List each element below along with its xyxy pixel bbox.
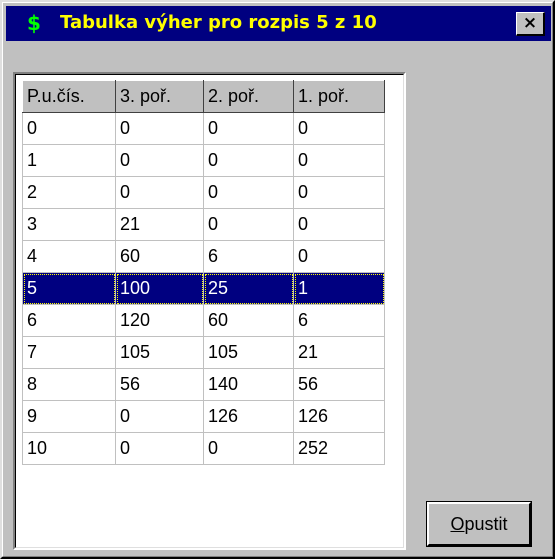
table-cell[interactable]: 0: [203, 112, 294, 145]
dialog-window: $ Tabulka výher pro rozpis 5 z 10 × P.u.…: [0, 0, 555, 559]
exit-button-accelerator: O: [450, 514, 465, 534]
table-cell[interactable]: 3: [22, 208, 116, 241]
table-cell[interactable]: 120: [115, 304, 204, 337]
table-row[interactable]: 1000: [22, 144, 385, 177]
column-header[interactable]: 3. poř.: [115, 80, 204, 113]
table-cell[interactable]: 1: [293, 272, 385, 305]
table-cell[interactable]: 5: [22, 272, 116, 305]
table-cell[interactable]: 0: [293, 240, 385, 273]
table-cell[interactable]: 56: [293, 368, 385, 401]
table-cell[interactable]: 0: [293, 208, 385, 241]
table-cell[interactable]: 6: [22, 304, 116, 337]
close-button[interactable]: ×: [516, 12, 545, 36]
table-cell[interactable]: 60: [115, 240, 204, 273]
payout-table: P.u.čís. 3. poř. 2. poř. 1. poř. 0000100…: [22, 80, 385, 465]
table-row[interactable]: 9 0 126 126: [22, 400, 385, 433]
table-row[interactable]: 3 21 0 0: [22, 208, 385, 241]
table-cell[interactable]: 0: [115, 400, 204, 433]
table-cell[interactable]: 0: [203, 208, 294, 241]
table-cell[interactable]: 6: [293, 304, 385, 337]
table-cell[interactable]: 0: [203, 432, 294, 465]
table-cell[interactable]: 100: [115, 272, 204, 305]
table-cell[interactable]: 252: [293, 432, 385, 465]
table-cell[interactable]: 8: [22, 368, 116, 401]
exit-button-label: pustit: [464, 514, 508, 534]
table-row[interactable]: 5 100 25 1: [22, 272, 385, 305]
column-header[interactable]: 1. poř.: [293, 80, 385, 113]
header-row: P.u.čís. 3. poř. 2. poř. 1. poř.: [22, 80, 385, 113]
close-icon: ×: [522, 13, 538, 33]
table-row[interactable]: 6 120 60 6: [22, 304, 385, 337]
table-cell[interactable]: 0: [203, 176, 294, 209]
table-cell[interactable]: 56: [115, 368, 204, 401]
table-row[interactable]: 7 105 105 21: [22, 336, 385, 369]
table-cell[interactable]: 140: [203, 368, 294, 401]
table-cell[interactable]: 60: [203, 304, 294, 337]
table-cell[interactable]: 0: [115, 176, 204, 209]
column-header[interactable]: 2. poř.: [203, 80, 294, 113]
column-header[interactable]: P.u.čís.: [22, 80, 116, 113]
table-cell[interactable]: 0: [203, 144, 294, 177]
table-cell[interactable]: 4: [22, 240, 116, 273]
dollar-icon: $: [27, 11, 41, 35]
table-cell[interactable]: 6: [203, 240, 294, 273]
title-bar[interactable]: $ Tabulka výher pro rozpis 5 z 10 ×: [6, 6, 551, 41]
table-cell[interactable]: 0: [115, 112, 204, 145]
window-title: Tabulka výher pro rozpis 5 z 10: [60, 12, 377, 33]
table-cell[interactable]: 21: [293, 336, 385, 369]
table-cell[interactable]: 0: [115, 432, 204, 465]
table-cell[interactable]: 0: [293, 112, 385, 145]
grid-viewport: P.u.čís. 3. poř. 2. poř. 1. poř. 0000100…: [15, 74, 404, 548]
table-row[interactable]: 4 60 6 0: [22, 240, 385, 273]
exit-button[interactable]: Opustit: [426, 501, 532, 547]
payout-grid[interactable]: P.u.čís. 3. poř. 2. poř. 1. poř. 0000100…: [13, 72, 406, 550]
table-cell[interactable]: 25: [203, 272, 294, 305]
table-row[interactable]: 2000: [22, 176, 385, 209]
table-cell[interactable]: 0: [293, 176, 385, 209]
table-cell[interactable]: 9: [22, 400, 116, 433]
table-cell[interactable]: 126: [293, 400, 385, 433]
window-frame: $ Tabulka výher pro rozpis 5 z 10 × P.u.…: [2, 2, 553, 557]
table-cell[interactable]: 10: [22, 432, 116, 465]
table-cell[interactable]: 0: [293, 144, 385, 177]
table-cell[interactable]: 7: [22, 336, 116, 369]
table-cell[interactable]: 1: [22, 144, 116, 177]
table-cell[interactable]: 105: [203, 336, 294, 369]
table-row[interactable]: 10 0 0 252: [22, 432, 385, 465]
table-row[interactable]: 8 56 140 56: [22, 368, 385, 401]
table-cell[interactable]: 105: [115, 336, 204, 369]
table-cell[interactable]: 21: [115, 208, 204, 241]
table-cell[interactable]: 2: [22, 176, 116, 209]
table-cell[interactable]: 0: [115, 144, 204, 177]
table-cell[interactable]: 0: [22, 112, 116, 145]
table-cell[interactable]: 126: [203, 400, 294, 433]
table-row[interactable]: 0000: [22, 112, 385, 145]
